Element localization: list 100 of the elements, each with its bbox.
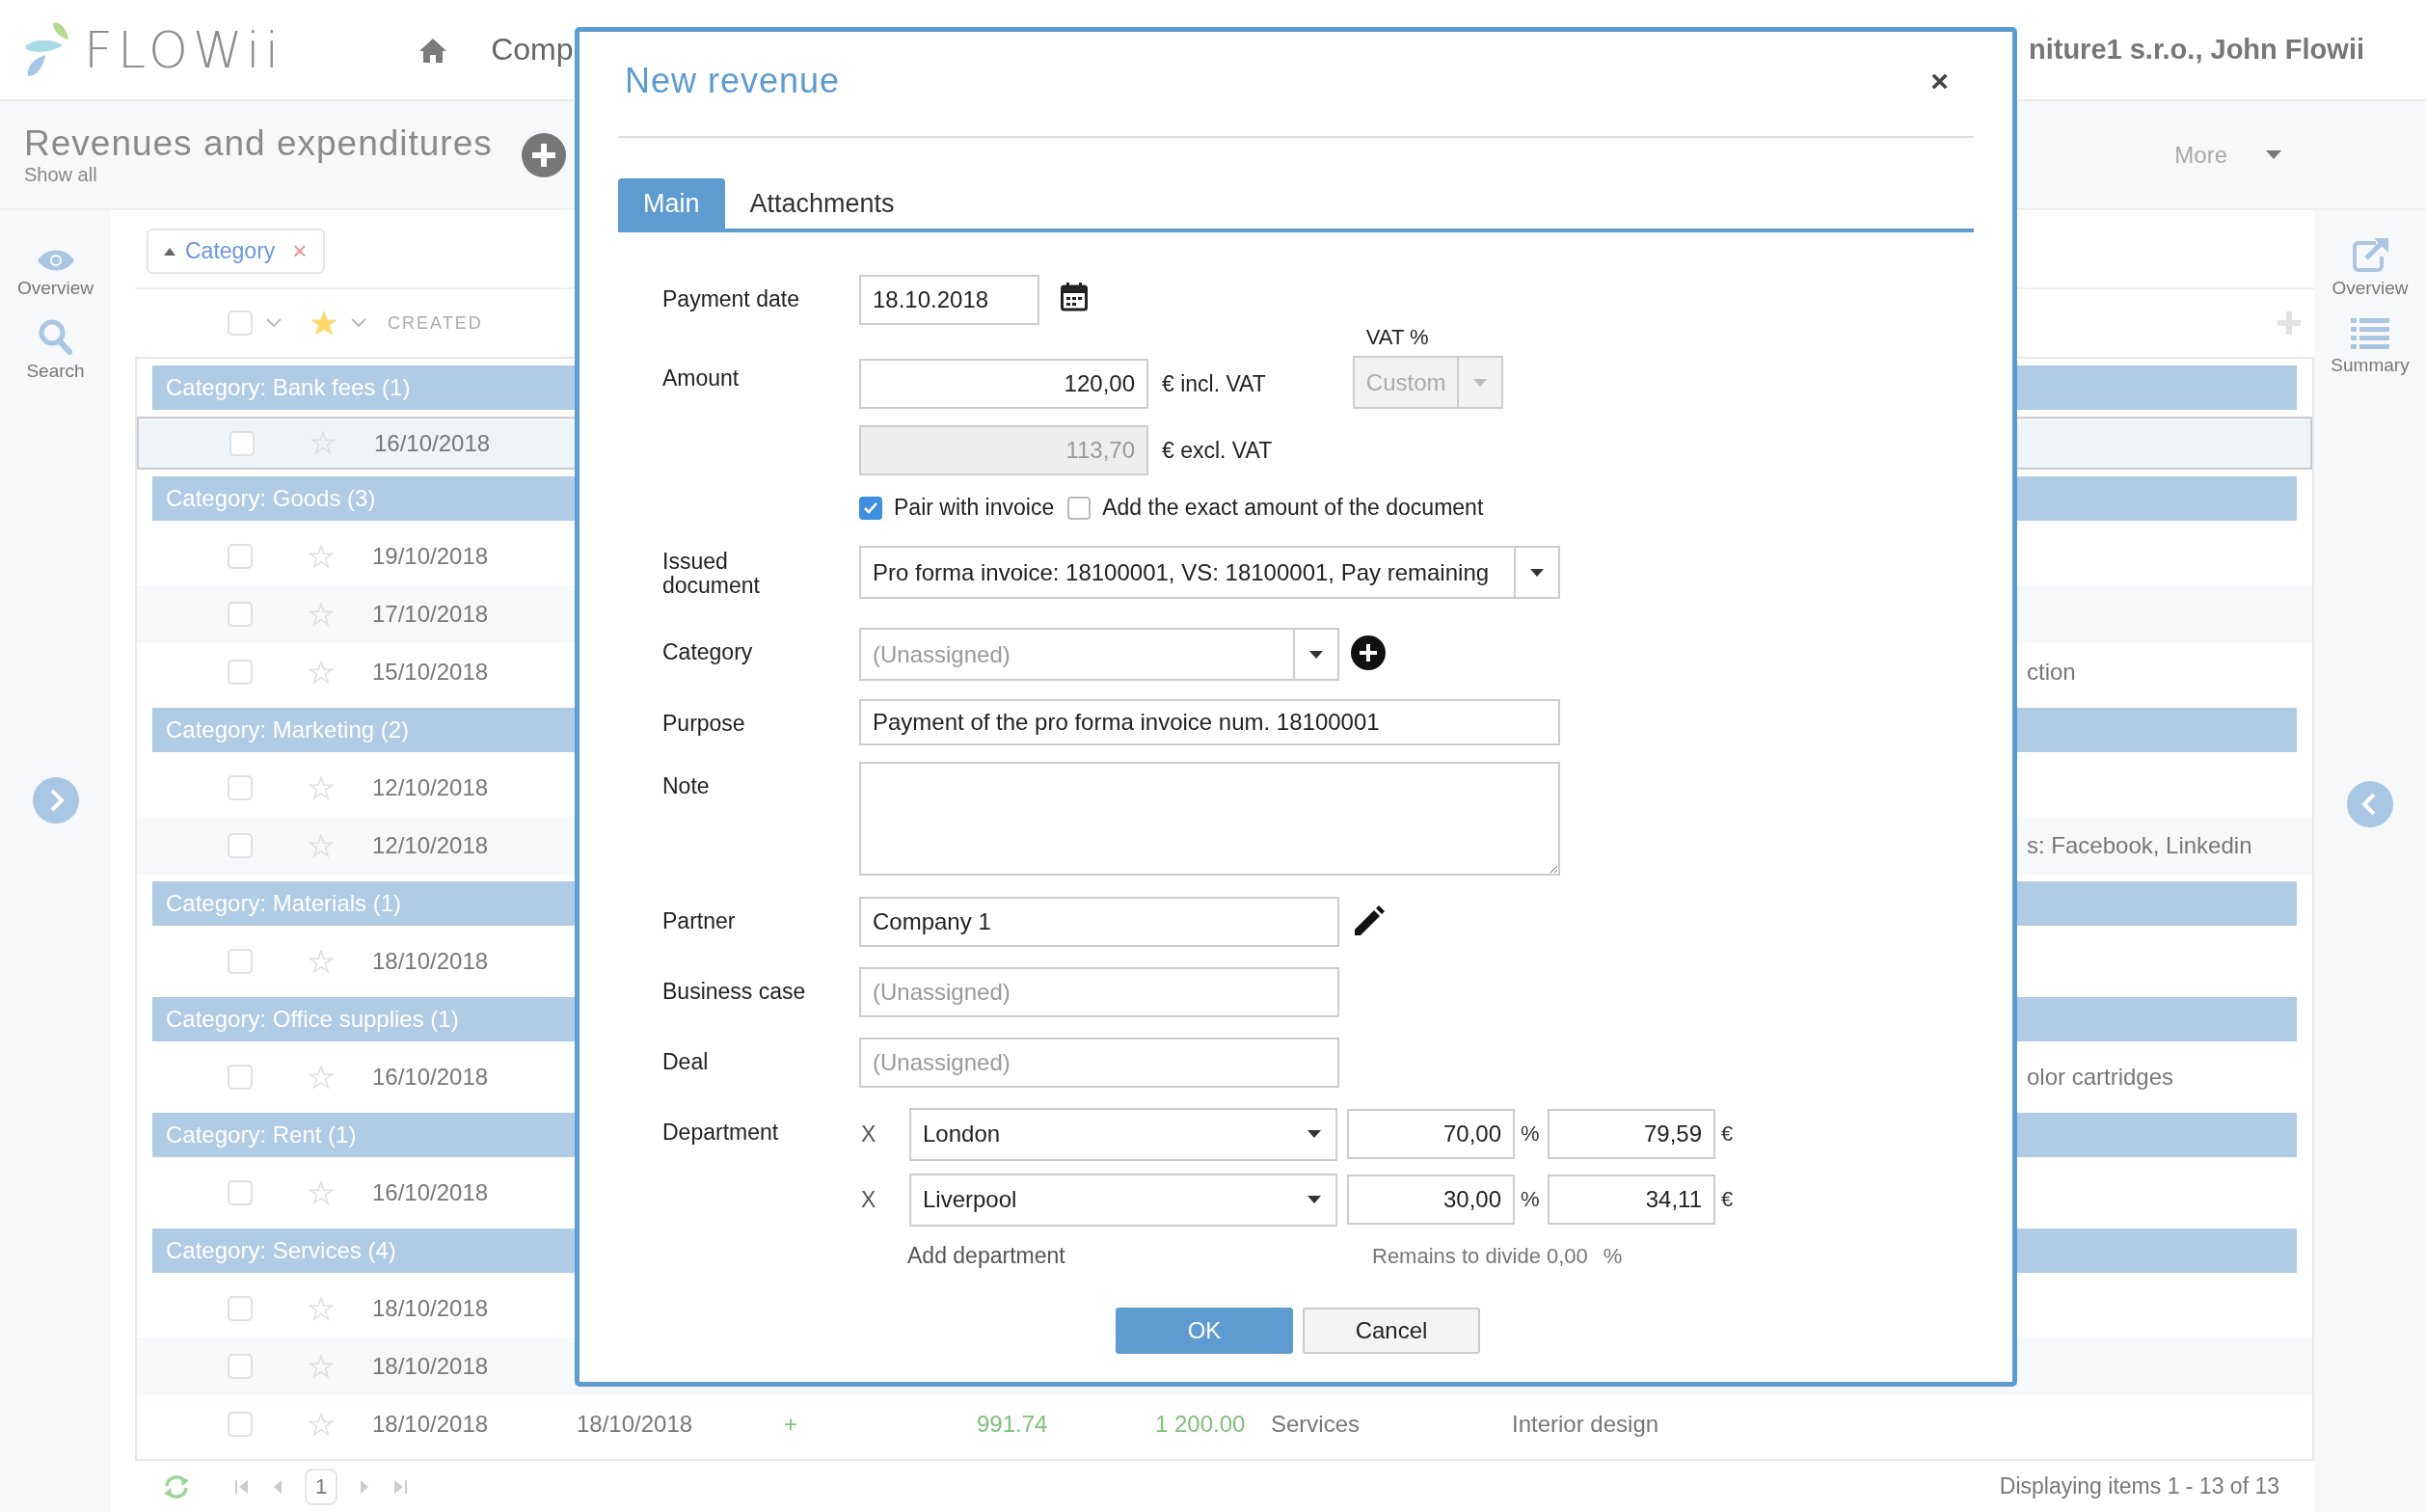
tab[interactable]: Attachments <box>724 178 920 229</box>
star-icon[interactable] <box>309 544 334 569</box>
cancel-button[interactable]: Cancel <box>1303 1308 1480 1354</box>
caret-icon[interactable] <box>1307 1130 1321 1138</box>
remains-text: Remains to divide 0,00 <box>1372 1243 1588 1269</box>
percent-field[interactable]: 30,00 <box>1347 1174 1515 1225</box>
pager-summary: Displaying items 1 - 13 of 13 <box>1999 1473 2279 1499</box>
sidebar-label[interactable]: Overview <box>2332 278 2409 299</box>
eye-icon[interactable] <box>36 249 75 272</box>
note-field[interactable] <box>859 762 1560 876</box>
star-icon[interactable] <box>309 1412 334 1437</box>
field-label: Amount <box>662 364 741 392</box>
percent-field[interactable]: 70,00 <box>1347 1109 1515 1159</box>
checkbox-option[interactable]: Pair with invoice <box>859 495 1055 521</box>
table-cell-text: 19/10/2018 <box>372 543 490 570</box>
table-cell-text: 16/10/2018 <box>372 1179 490 1206</box>
table-cell-text: 16/10/2018 <box>374 429 492 457</box>
business-case-field[interactable]: (Unassigned) <box>859 967 1339 1017</box>
table-cell: ction <box>2027 659 2076 686</box>
field-label: Note <box>662 772 711 799</box>
row-checkbox[interactable] <box>228 1354 253 1379</box>
star-icon[interactable] <box>309 1065 334 1090</box>
amount-field[interactable]: 34,11 <box>1548 1174 1715 1225</box>
row-checkbox[interactable] <box>228 949 253 974</box>
sidebar-label[interactable]: Summary <box>2331 355 2410 376</box>
star-icon[interactable] <box>309 1296 334 1321</box>
checkbox-option[interactable]: Add the exact amount of the document <box>1067 495 1484 521</box>
document-select[interactable]: Pro forma invoice: 18100001, VS: 18100001, Pay remaining <box>859 546 1560 599</box>
remove-department[interactable]: X <box>859 1120 909 1148</box>
page-number[interactable]: 1 <box>305 1468 338 1505</box>
row-checkbox[interactable] <box>228 1412 253 1437</box>
star-icon[interactable] <box>309 775 334 800</box>
caret-icon[interactable] <box>1530 568 1544 577</box>
purpose-field[interactable]: Payment of the pro forma invoice num. 18100001 <box>859 699 1560 745</box>
remove-department[interactable]: X <box>859 1186 909 1213</box>
sidebar-label[interactable]: Search <box>26 361 85 382</box>
nav-link[interactable]: Comp <box>491 32 574 68</box>
table-cell-text: 15/10/2018 <box>372 659 490 686</box>
row-checkbox[interactable] <box>228 660 253 685</box>
row-checkbox[interactable] <box>229 430 255 456</box>
department-select[interactable]: Liverpool <box>909 1173 1337 1227</box>
sidebar-label[interactable]: Overview <box>16 278 94 299</box>
star-icon[interactable] <box>310 431 336 455</box>
checkmark-icon[interactable] <box>863 500 878 515</box>
unit-label: € incl. VAT <box>1162 371 1266 397</box>
star-icon[interactable] <box>309 949 334 974</box>
star-icon[interactable] <box>309 1354 334 1379</box>
row-checkbox[interactable] <box>228 1296 253 1321</box>
refresh-icon[interactable] <box>162 1473 191 1499</box>
star-icon[interactable] <box>309 602 334 627</box>
department-select[interactable]: London <box>909 1107 1337 1161</box>
sort-icon[interactable] <box>164 247 175 256</box>
chevron-icon[interactable] <box>266 318 282 328</box>
amount-field[interactable]: 120,00 <box>859 359 1148 409</box>
row-checkbox[interactable] <box>228 833 253 858</box>
row-checkbox[interactable] <box>228 602 253 627</box>
unit-label: € <box>1721 1187 1735 1212</box>
star-icon[interactable] <box>309 1180 334 1205</box>
add-column-icon[interactable] <box>2278 311 2301 335</box>
date-field[interactable]: 18.10.2018 <box>859 275 1039 325</box>
partner-field[interactable]: Company 1 <box>859 897 1339 947</box>
star-icon[interactable] <box>310 310 337 337</box>
account-name[interactable]: niture1 s.r.o., John Flowii <box>2028 34 2364 66</box>
row-checkbox[interactable] <box>228 775 253 800</box>
external-link-icon[interactable] <box>2351 237 2389 272</box>
table-cell-text: 1 200.00 <box>1155 1411 1247 1438</box>
row-checkbox[interactable] <box>228 1180 253 1205</box>
row-checkbox[interactable] <box>228 544 253 569</box>
table-cell-text: 18/10/2018 <box>372 1411 490 1438</box>
close-button[interactable]: × <box>1930 63 1949 99</box>
calendar-icon[interactable] <box>1061 283 1088 311</box>
dialog-title: New revenue <box>625 61 841 101</box>
caret-icon[interactable] <box>1307 1196 1321 1203</box>
add-icon[interactable] <box>1351 635 1386 670</box>
table-cell-text: 18/10/2018 <box>372 1295 490 1322</box>
table-cell-text: Services <box>1271 1411 1361 1438</box>
unit-label: % <box>1603 1243 1623 1269</box>
list-icon[interactable] <box>2351 318 2389 349</box>
last-page-icon[interactable] <box>391 1477 410 1496</box>
field-label: Business case <box>662 978 807 1005</box>
field-label: Deal <box>662 1048 710 1075</box>
amount-field[interactable]: 79,59 <box>1548 1109 1715 1159</box>
star-icon[interactable] <box>309 833 334 858</box>
first-page-icon[interactable] <box>233 1477 251 1496</box>
row-checkbox[interactable] <box>228 1065 253 1090</box>
table-cell-text: 991.74 <box>977 1411 1049 1438</box>
select-all-checkbox[interactable] <box>228 310 253 336</box>
home-icon[interactable] <box>418 36 448 64</box>
deal-field[interactable]: (Unassigned) <box>859 1038 1339 1088</box>
search-icon[interactable] <box>38 318 73 355</box>
add-department-link[interactable]: Add department <box>907 1243 1372 1269</box>
collapse-icon[interactable] <box>2347 781 2393 827</box>
table-cell-text: 17/10/2018 <box>372 601 490 628</box>
chevron-icon[interactable] <box>351 318 366 328</box>
star-icon[interactable] <box>309 660 334 685</box>
expand-icon[interactable] <box>32 777 79 824</box>
field-label: Category <box>662 638 754 665</box>
caret-icon[interactable] <box>1309 650 1323 659</box>
unit-label: € excl. VAT <box>1162 437 1273 464</box>
previous-page-icon[interactable] <box>272 1477 283 1496</box>
